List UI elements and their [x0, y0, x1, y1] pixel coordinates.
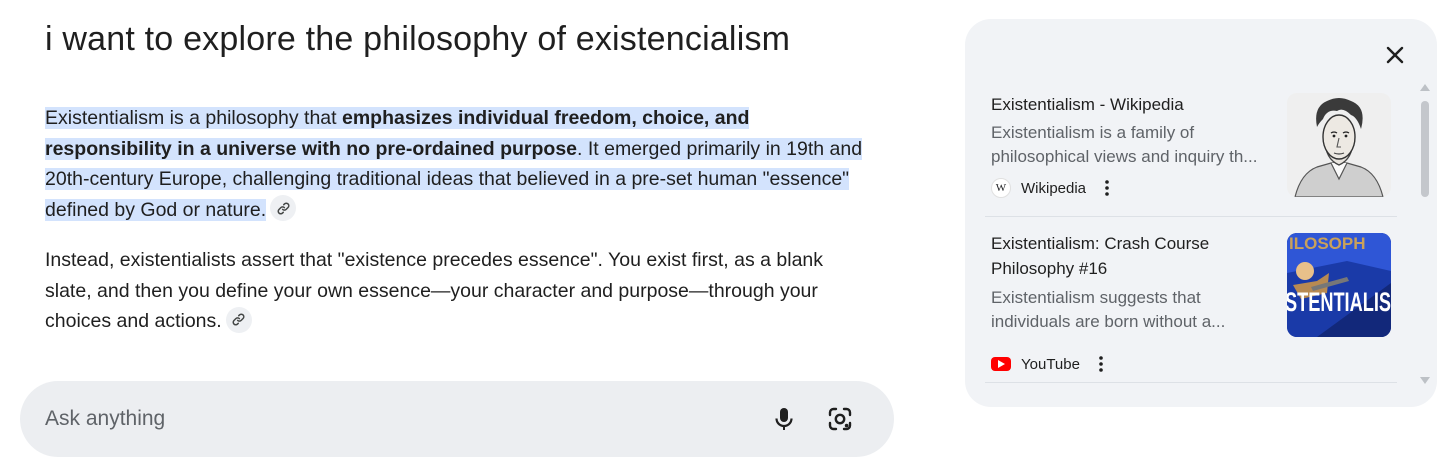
ai-answer-page: i want to explore the philosophy of exis… — [0, 0, 1456, 467]
answer-paragraph-1: Existentialism is a philosophy that emph… — [45, 103, 865, 225]
lens-search-button[interactable] — [820, 399, 860, 439]
source-attribution: YouTube — [991, 354, 1110, 374]
source-card-title[interactable]: Existentialism: Crash Course Philosophy … — [991, 231, 1281, 281]
answer-body: Existentialism is a philosophy that emph… — [45, 103, 865, 357]
close-icon — [1386, 46, 1404, 64]
answer-paragraph-2: Instead, existentialists assert that "ex… — [45, 245, 865, 337]
ask-bar — [20, 381, 894, 457]
highlighted-text[interactable]: Existentialism is a philosophy that emph… — [45, 107, 863, 221]
ask-input[interactable] — [45, 401, 645, 437]
scroll-up-arrow-icon[interactable] — [1420, 83, 1430, 91]
voice-search-button[interactable] — [764, 399, 804, 439]
close-panel-button[interactable] — [1379, 39, 1411, 71]
answer-p1-intro: Existentialism is a philosophy that — [45, 107, 342, 129]
link-icon — [277, 202, 290, 215]
source-card-wikipedia[interactable]: Existentialism - Wikipedia Existentialis… — [985, 89, 1397, 217]
more-options-icon[interactable] — [1092, 354, 1110, 374]
citation-link-button[interactable] — [225, 306, 252, 333]
answer-p2-text: Instead, existentialists assert that "ex… — [45, 249, 824, 332]
wikipedia-icon: W — [991, 178, 1011, 198]
panel-scrollbar-thumb[interactable] — [1421, 101, 1429, 197]
lens-camera-icon — [828, 407, 852, 431]
thumbnail-main-text: STENTIALIS — [1287, 287, 1391, 317]
source-name: Wikipedia — [1021, 179, 1087, 197]
mic-icon — [775, 408, 793, 430]
query-heading: i want to explore the philosophy of exis… — [45, 20, 791, 58]
youtube-icon — [991, 357, 1011, 371]
source-card-snippet: Existentialism is a family of philosophi… — [991, 123, 1258, 166]
citation-link-button[interactable] — [270, 195, 297, 222]
source-card-title[interactable]: Existentialism - Wikipedia — [991, 92, 1281, 117]
video-thumbnail[interactable]: ILOSOPH STENTIALIS — [1287, 233, 1391, 337]
sources-panel: Existentialism - Wikipedia Existentialis… — [965, 19, 1437, 407]
more-options-icon[interactable] — [1098, 178, 1116, 198]
link-icon — [232, 313, 245, 326]
source-name: YouTube — [1021, 355, 1080, 373]
thumbnail-top-text: ILOSOPH — [1289, 234, 1366, 253]
portrait-thumbnail[interactable] — [1287, 93, 1391, 197]
source-attribution: W Wikipedia — [991, 178, 1116, 198]
scroll-down-arrow-icon[interactable] — [1420, 377, 1430, 385]
source-card-youtube[interactable]: Existentialism: Crash Course Philosophy … — [985, 230, 1397, 383]
source-card-snippet: Existentialism suggests that individuals… — [991, 288, 1226, 331]
